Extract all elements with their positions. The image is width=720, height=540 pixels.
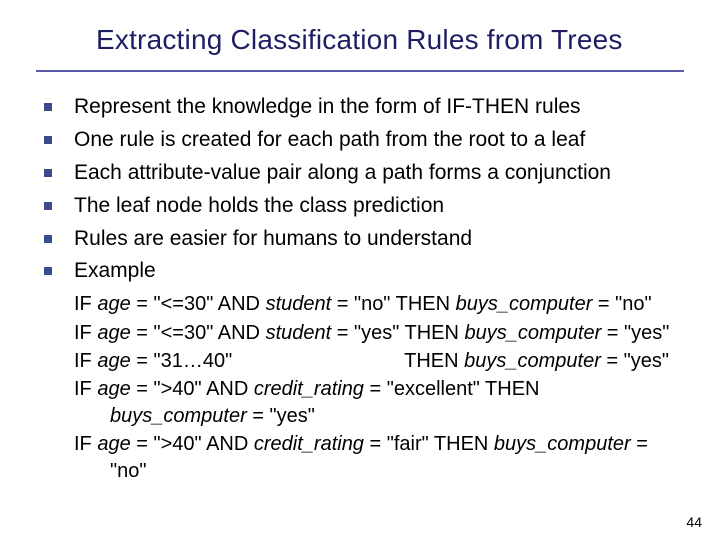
var-student: student <box>266 322 332 344</box>
var-age: age <box>97 350 130 372</box>
bullet-text: Represent the knowledge in the form of I… <box>74 94 581 121</box>
text: = ">40" AND <box>131 378 254 400</box>
bullet-list: Represent the knowledge in the form of I… <box>36 94 684 285</box>
var-buys: buys_computer <box>110 405 247 427</box>
text: = "yes" <box>247 405 315 427</box>
slide-title: Extracting Classification Rules from Tre… <box>36 16 684 66</box>
var-buys: buys_computer <box>456 293 593 315</box>
page-number: 44 <box>686 514 702 530</box>
var-age: age <box>97 433 130 455</box>
var-buys: buys_computer <box>464 322 601 344</box>
text: = "yes" <box>601 350 669 372</box>
rule-line: IF age = "<=30" AND student = "yes" THEN… <box>74 320 684 346</box>
list-item: Each attribute-value pair along a path f… <box>44 160 684 187</box>
rule-line: IF age = ">40" AND credit_rating = "fair… <box>74 431 684 484</box>
bullet-square-icon <box>44 235 52 243</box>
text: = "no" THEN <box>331 293 455 315</box>
var-credit: credit_rating <box>254 378 364 400</box>
kw-if: IF <box>74 433 97 455</box>
list-item: Represent the knowledge in the form of I… <box>44 94 684 121</box>
rule-continuation: buys_computer = "yes" <box>74 403 684 429</box>
bullet-square-icon <box>44 136 52 144</box>
text: = "excellent" THEN <box>364 378 540 400</box>
example-block: IF age = "<=30" AND student = "no" THEN … <box>36 291 684 484</box>
text: = "yes" THEN <box>331 322 464 344</box>
bullet-square-icon <box>44 267 52 275</box>
kw-if: IF <box>74 293 97 315</box>
text: THEN <box>232 350 464 372</box>
kw-if: IF <box>74 322 97 344</box>
var-buys: buys_computer <box>494 433 631 455</box>
text: = "31…40" <box>131 350 232 372</box>
var-age: age <box>97 293 130 315</box>
bullet-text: One rule is created for each path from t… <box>74 127 585 154</box>
list-item: The leaf node holds the class prediction <box>44 193 684 220</box>
var-age: age <box>97 378 130 400</box>
list-item: One rule is created for each path from t… <box>44 127 684 154</box>
list-item: Rules are easier for humans to understan… <box>44 226 684 253</box>
bullet-square-icon <box>44 103 52 111</box>
slide: Extracting Classification Rules from Tre… <box>0 0 720 540</box>
bullet-text: Example <box>74 258 156 285</box>
rule-continuation: "no" <box>74 458 684 484</box>
bullet-square-icon <box>44 169 52 177</box>
var-student: student <box>266 293 332 315</box>
text: = "yes" <box>601 322 669 344</box>
kw-if: IF <box>74 378 97 400</box>
bullet-text: The leaf node holds the class prediction <box>74 193 444 220</box>
rule-line: IF age = "<=30" AND student = "no" THEN … <box>74 291 684 317</box>
rule-line: IF age = "31…40" THEN buys_computer = "y… <box>74 348 684 374</box>
text: = "<=30" AND <box>131 322 266 344</box>
rule-line: IF age = ">40" AND credit_rating = "exce… <box>74 376 684 429</box>
bullet-text: Each attribute-value pair along a path f… <box>74 160 611 187</box>
text: = "fair" THEN <box>364 433 494 455</box>
var-buys: buys_computer <box>464 350 601 372</box>
kw-if: IF <box>74 350 97 372</box>
var-age: age <box>97 322 130 344</box>
text: = ">40" AND <box>131 433 254 455</box>
list-item: Example <box>44 258 684 285</box>
var-credit: credit_rating <box>254 433 364 455</box>
divider <box>36 70 684 72</box>
text: = <box>631 433 648 455</box>
bullet-square-icon <box>44 202 52 210</box>
bullet-text: Rules are easier for humans to understan… <box>74 226 472 253</box>
text: = "no" <box>592 293 651 315</box>
text: = "<=30" AND <box>131 293 266 315</box>
